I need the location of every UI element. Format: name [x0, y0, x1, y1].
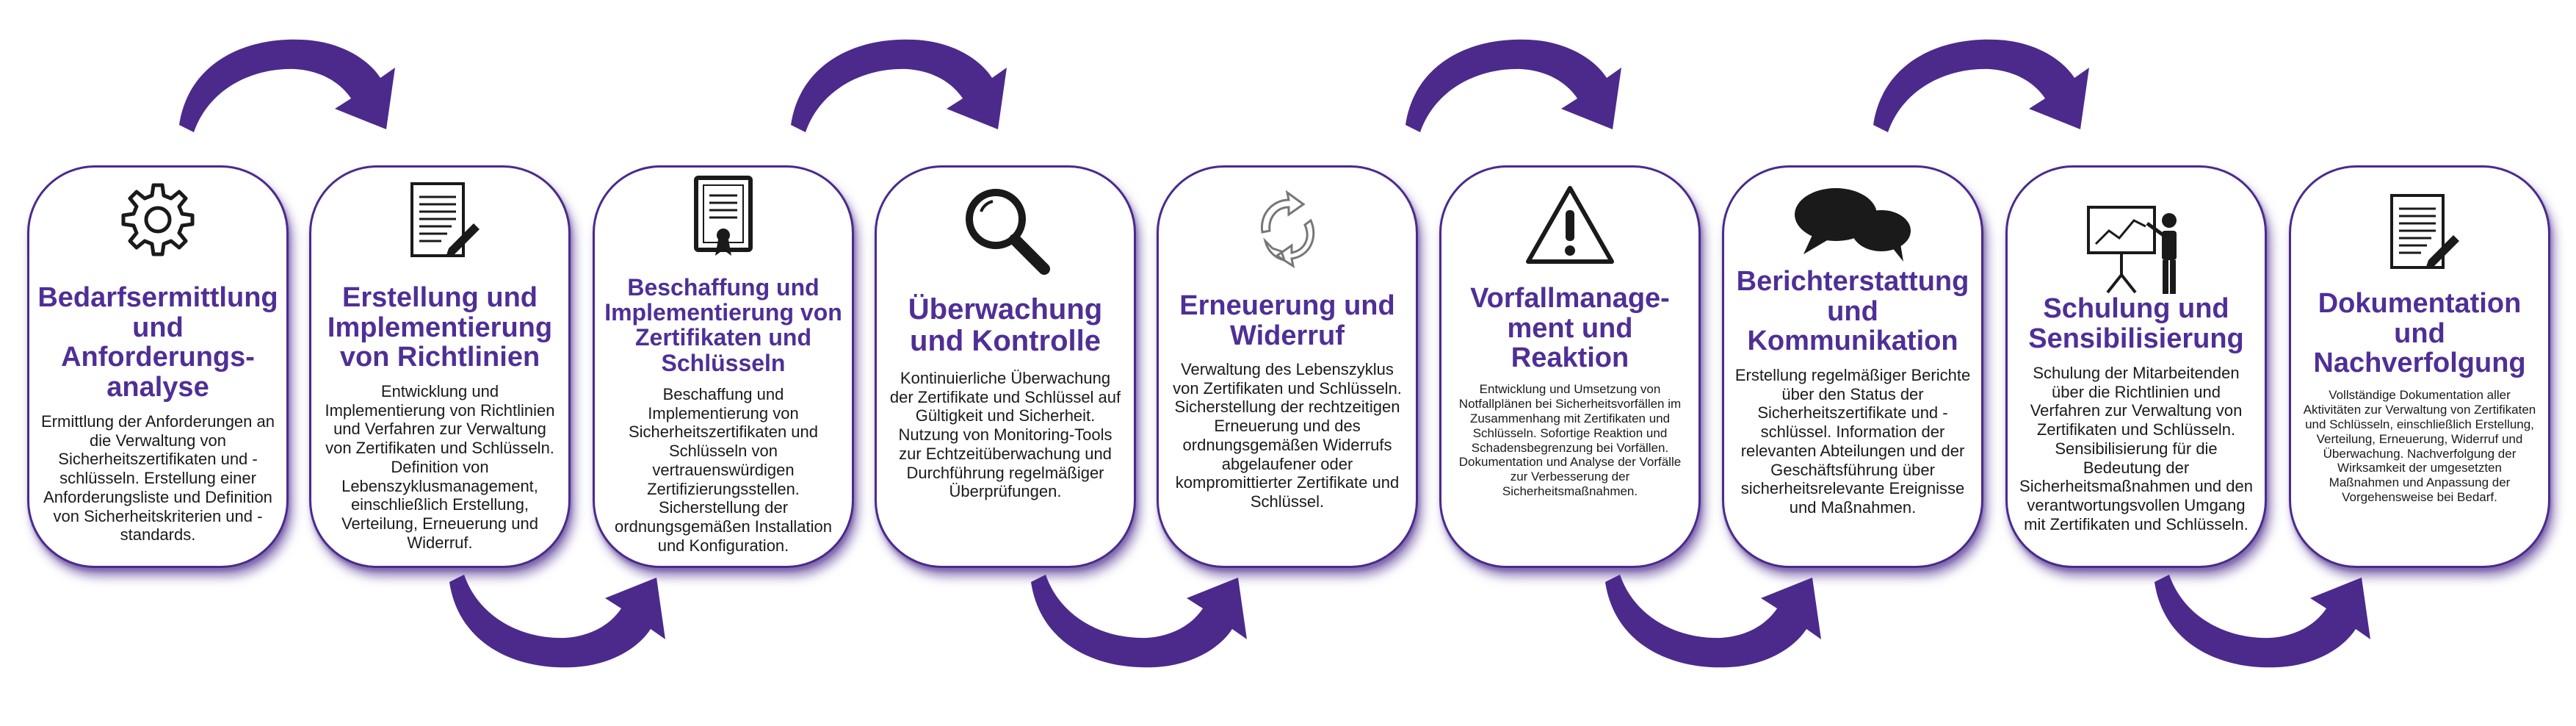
warning-icon — [1522, 182, 1618, 274]
arrow-8-to-9 — [2154, 575, 2370, 668]
step-card-4: Überwachung und Kontrolle Kontinuierlich… — [875, 165, 1136, 568]
step-card-2: Erstellung und Implementierung von Richt… — [309, 165, 571, 568]
arrow-3-to-4 — [791, 39, 1007, 132]
step-description: Beschaffung und Implementierung von Sich… — [615, 385, 832, 555]
step-description: Kontinuierliche Überwachung der Zertifik… — [889, 369, 1121, 501]
step-title: Erneuerung und Widerruf — [1179, 290, 1395, 351]
magnifier-icon — [958, 182, 1053, 281]
step-description: Verwaltung des Lebenszyklus von Zertifik… — [1173, 360, 1402, 511]
step-title: Schulung und Sensibilisierung — [2028, 293, 2244, 354]
step-description: Entwicklung und Implementierung von Rich… — [325, 382, 555, 552]
step-card-7: Berichterstattung und Kommunikation Erst… — [1722, 165, 1983, 568]
step-card-6: Vorfallmanage-ment und Reaktion Entwickl… — [1439, 165, 1701, 568]
step-title: Berichterstattung und Kommunikation — [1736, 266, 1969, 357]
certificate-icon — [683, 173, 764, 265]
step-description: Erstellung regelmäßiger Berichte über de… — [1734, 366, 1971, 517]
step-description: Vollständige Dokumentation aller Aktivit… — [2303, 388, 2536, 505]
gear-icon — [114, 178, 202, 270]
arrow-2-to-3 — [449, 575, 665, 668]
step-card-5: Erneuerung und Widerruf Verwaltung des L… — [1157, 165, 1418, 568]
arrow-5-to-6 — [1405, 39, 1621, 132]
step-title: Bedarfsermittlung und Anforderungs-analy… — [37, 282, 278, 403]
step-description: Schulung der Mitarbeitenden über die Ric… — [2019, 364, 2253, 533]
step-description: Entwicklung und Umsetzung von Notfallplä… — [1458, 382, 1682, 499]
step-title: Überwachung und Kontrolle — [908, 293, 1103, 357]
step-card-1: Bedarfsermittlung und Anforderungs-analy… — [27, 165, 289, 568]
step-card-8: Schulung und Sensibilisierung Schulung d… — [2005, 165, 2267, 568]
step-title: Erstellung und Implementierung von Richt… — [327, 282, 553, 373]
presenter-board-icon — [2081, 201, 2191, 301]
step-title: Dokumentation und Nachverfolgung — [2313, 288, 2526, 379]
step-card-9: Dokumentation und Nachverfolgung Vollstä… — [2289, 165, 2550, 568]
arrow-4-to-5 — [1031, 575, 1247, 668]
arrow-1-to-2 — [179, 39, 395, 132]
step-card-3: Beschaffung und Implementierung von Zert… — [593, 165, 854, 568]
step-description: Ermittlung der Anforderungen an die Verw… — [41, 412, 275, 544]
arrow-6-to-7 — [1605, 575, 1821, 668]
document-pen-icon — [2376, 190, 2464, 281]
arrow-7-to-8 — [1873, 39, 2089, 132]
step-title: Vorfallmanage-ment und Reaktion — [1470, 283, 1670, 374]
speech-bubbles-icon — [1790, 184, 1915, 268]
recycle-arrows-icon — [1243, 185, 1331, 277]
document-pen-icon — [396, 178, 484, 270]
step-title: Beschaffung und Implementierung von Zert… — [604, 274, 842, 376]
